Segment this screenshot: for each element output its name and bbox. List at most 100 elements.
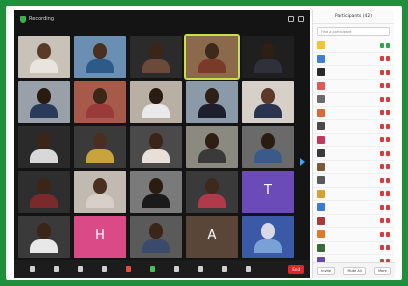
participants-panel: Participants (42) Find a participant Inv… <box>312 10 395 278</box>
camera-status-icon <box>386 164 390 170</box>
breakout-button[interactable] <box>188 262 212 276</box>
video-tile[interactable] <box>186 171 238 213</box>
video-tile[interactable] <box>74 81 126 123</box>
participant-row[interactable] <box>313 188 394 201</box>
video-icon <box>53 266 59 272</box>
video-tile[interactable] <box>74 171 126 213</box>
video-tile[interactable] <box>74 36 126 78</box>
participant-face <box>93 178 107 194</box>
participant-face <box>149 178 163 194</box>
avatar <box>317 54 325 63</box>
end-meeting-button[interactable]: End <box>288 264 304 274</box>
video-tile[interactable] <box>186 126 238 168</box>
video-tile[interactable]: H <box>74 216 126 258</box>
participant-body <box>86 104 114 118</box>
video-tile[interactable]: A <box>186 216 238 258</box>
video-tile[interactable] <box>242 36 294 78</box>
participant-row[interactable] <box>313 174 394 188</box>
participant-row[interactable] <box>313 242 394 255</box>
video-tile[interactable] <box>18 216 70 258</box>
video-tile[interactable] <box>130 81 182 123</box>
participant-row[interactable] <box>313 107 394 120</box>
participant-row[interactable] <box>313 147 394 161</box>
participant-row[interactable] <box>313 134 394 147</box>
security-button[interactable] <box>68 262 92 276</box>
video-tile[interactable] <box>130 36 182 78</box>
participant-face <box>37 133 51 149</box>
breakout-icon <box>197 266 203 272</box>
panel-footer: Invite Mute All More <box>313 262 395 278</box>
video-tile[interactable] <box>242 216 294 258</box>
record-icon <box>173 266 179 272</box>
video-tile[interactable] <box>242 81 294 123</box>
participant-row[interactable] <box>313 161 394 174</box>
video-grid: T H A <box>18 34 294 258</box>
participant-row[interactable] <box>313 39 394 53</box>
avatar <box>317 243 325 252</box>
participant-face <box>205 88 219 104</box>
video-tile[interactable] <box>130 171 182 213</box>
video-tile[interactable] <box>242 126 294 168</box>
participant-face <box>37 88 51 104</box>
chat-icon <box>125 266 131 272</box>
participant-row[interactable] <box>313 120 394 134</box>
video-tile[interactable] <box>184 34 240 80</box>
chat-button[interactable] <box>116 262 140 276</box>
video-tile[interactable] <box>130 216 182 258</box>
video-tile[interactable] <box>18 36 70 78</box>
participant-body <box>254 104 282 118</box>
participant-body <box>142 194 170 208</box>
participant-row[interactable] <box>313 228 394 242</box>
participant-row[interactable] <box>313 66 394 80</box>
mic-status-icon <box>380 123 384 129</box>
camera-status-icon <box>386 177 390 183</box>
record-button[interactable] <box>164 262 188 276</box>
participant-face <box>149 223 163 239</box>
next-page-arrow-icon[interactable] <box>300 158 305 166</box>
avatar <box>317 189 325 198</box>
mic-status-icon <box>380 191 384 197</box>
video-tile[interactable] <box>18 81 70 123</box>
participant-body <box>254 149 282 163</box>
participants-button[interactable] <box>92 262 116 276</box>
video-tile[interactable] <box>186 81 238 123</box>
participant-search-input[interactable]: Find a participant <box>317 27 390 36</box>
participant-body <box>86 149 114 163</box>
video-tile[interactable]: T <box>242 171 294 213</box>
participant-face <box>37 223 51 239</box>
avatar <box>317 176 325 185</box>
shield-icon[interactable] <box>20 15 26 23</box>
invite-button[interactable]: Invite <box>317 266 336 275</box>
participant-face <box>149 88 163 104</box>
view-icon[interactable] <box>298 16 304 22</box>
camera-status-icon <box>386 123 390 129</box>
camera-status-icon <box>386 191 390 197</box>
participant-body <box>142 239 170 253</box>
share-screen-button[interactable] <box>140 262 164 276</box>
camera-status-icon <box>386 42 390 48</box>
apps-button[interactable] <box>236 262 260 276</box>
video-tile[interactable] <box>18 126 70 168</box>
participant-body <box>198 59 226 73</box>
mic-status-icon <box>380 96 384 102</box>
info-icon[interactable] <box>288 16 294 22</box>
participant-body <box>254 59 282 73</box>
participant-row[interactable] <box>313 80 394 93</box>
video-button[interactable] <box>44 262 68 276</box>
video-tile[interactable] <box>18 171 70 213</box>
mute-all-button[interactable]: Mute All <box>343 266 366 275</box>
more-button[interactable]: More <box>374 266 391 275</box>
participant-row[interactable] <box>313 93 394 107</box>
avatar-initial: T <box>264 182 272 198</box>
participant-row[interactable] <box>313 201 394 215</box>
mic-status-icon <box>380 56 384 62</box>
participant-row[interactable] <box>313 215 394 228</box>
mic-status-icon <box>380 150 384 156</box>
camera-status-icon <box>386 218 390 224</box>
camera-status-icon <box>386 137 390 143</box>
video-tile[interactable] <box>74 126 126 168</box>
participant-row[interactable] <box>313 53 394 66</box>
reactions-button[interactable] <box>212 262 236 276</box>
video-tile[interactable] <box>130 126 182 168</box>
mic-button[interactable] <box>20 262 44 276</box>
